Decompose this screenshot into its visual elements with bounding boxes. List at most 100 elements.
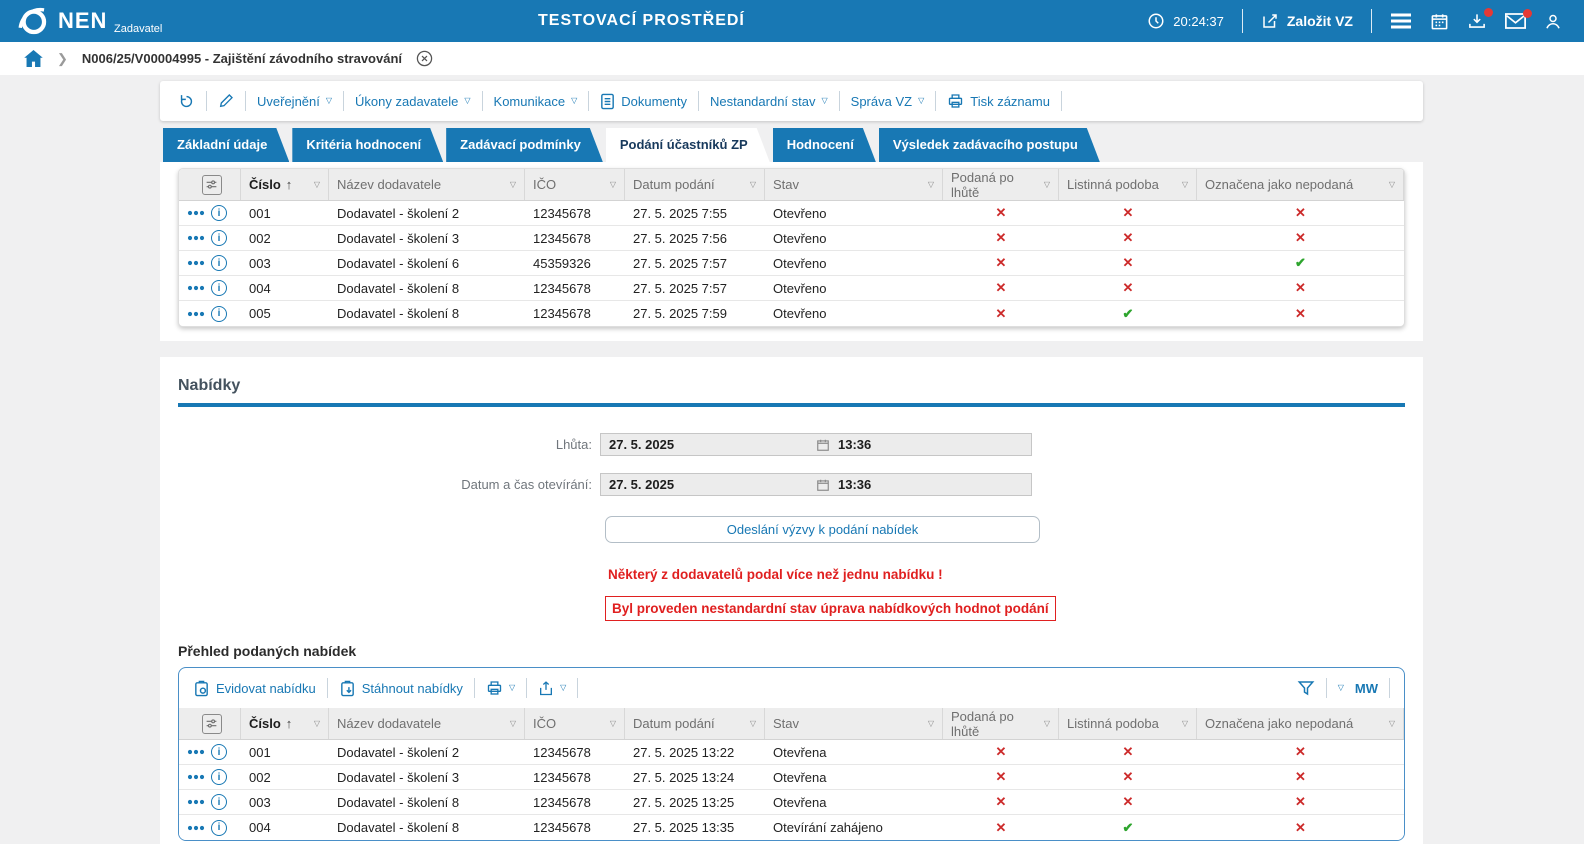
- hamburger-menu-icon[interactable]: [1390, 13, 1412, 29]
- menu-ukony-zadavatele[interactable]: Úkony zadavatele ▽: [355, 94, 471, 109]
- column-filter-icon[interactable]: ▽: [1044, 180, 1050, 189]
- row-actions-icon[interactable]: [187, 235, 205, 241]
- otevirani-date-value[interactable]: 27. 5. 2025: [601, 477, 816, 492]
- column-filter-icon[interactable]: ▽: [750, 180, 756, 189]
- calendar-picker-icon[interactable]: [816, 438, 830, 452]
- column-header-label[interactable]: Stav: [773, 716, 799, 731]
- column-header-label[interactable]: Označena jako nepodaná: [1205, 177, 1353, 192]
- row-actions-icon[interactable]: [187, 799, 205, 805]
- column-filter-icon[interactable]: ▽: [510, 180, 516, 189]
- evidovat-nabidku-button[interactable]: Evidovat nabídku: [193, 680, 316, 697]
- stahnout-nabidky-button[interactable]: Stáhnout nabídky: [339, 680, 463, 697]
- menu-komunikace[interactable]: Komunikace ▽: [494, 94, 578, 109]
- info-icon[interactable]: i: [211, 255, 227, 271]
- lhuta-time-value[interactable]: 13:36: [838, 437, 871, 452]
- info-icon[interactable]: i: [211, 280, 227, 296]
- downloads-icon[interactable]: [1467, 7, 1493, 31]
- row-actions-icon[interactable]: [187, 285, 205, 291]
- column-filter-icon[interactable]: ▽: [928, 719, 934, 728]
- lhuta-field[interactable]: 27. 5. 2025 13:36: [600, 433, 1032, 456]
- column-header-label[interactable]: Podaná po lhůtě: [951, 170, 1040, 200]
- otevirani-time-value[interactable]: 13:36: [838, 477, 871, 492]
- tab[interactable]: Zadávací podmínky: [446, 128, 603, 162]
- column-header-label[interactable]: Datum podání: [633, 716, 715, 731]
- column-filter-icon[interactable]: ▽: [1182, 719, 1188, 728]
- column-filter-icon[interactable]: ▽: [750, 719, 756, 728]
- print-record-button[interactable]: Tisk záznamu: [947, 93, 1050, 109]
- column-filter-icon[interactable]: ▽: [610, 180, 616, 189]
- column-header-label[interactable]: Označena jako nepodaná: [1205, 716, 1353, 731]
- edit-record-button[interactable]: [218, 93, 234, 109]
- menu-nestandardni-stav[interactable]: Nestandardní stav ▽: [710, 94, 828, 109]
- column-header-label[interactable]: Listinná podoba: [1067, 177, 1159, 192]
- column-filter-icon[interactable]: ▽: [928, 180, 934, 189]
- table-row[interactable]: i 002 Dodavatel - školení 3 12345678 27. 5. …: [179, 226, 1404, 251]
- menu-uverejneni[interactable]: Uveřejnění ▽: [257, 94, 332, 109]
- grid-settings-icon[interactable]: [201, 713, 222, 734]
- table-row[interactable]: i 004 Dodavatel - školení 8 12345678 27. 5. …: [179, 276, 1404, 301]
- info-icon[interactable]: i: [211, 230, 227, 246]
- breadcrumb-item[interactable]: N006/25/V00004995 - Zajištění závodního …: [82, 51, 402, 66]
- column-header-label[interactable]: Název dodavatele: [337, 716, 441, 731]
- table-row[interactable]: i 002 Dodavatel - školení 3 12345678 27. 5. …: [179, 765, 1404, 790]
- tab[interactable]: Kritéria hodnocení: [292, 128, 443, 162]
- tab[interactable]: Podání účastníků ZP: [606, 128, 770, 162]
- info-icon[interactable]: i: [211, 794, 227, 810]
- table-row[interactable]: i 001 Dodavatel - školení 2 12345678 27. 5. …: [179, 201, 1404, 226]
- column-header-label[interactable]: IČO: [533, 177, 556, 192]
- tab[interactable]: Základní údaje: [163, 128, 289, 162]
- mail-icon[interactable]: [1505, 9, 1532, 29]
- home-icon[interactable]: [24, 50, 43, 67]
- tab[interactable]: Výsledek zadávacího postupu: [879, 128, 1100, 162]
- column-header-label[interactable]: Datum podání: [633, 177, 715, 192]
- lhuta-date-value[interactable]: 27. 5. 2025: [601, 437, 816, 452]
- column-filter-icon[interactable]: ▽: [1182, 180, 1188, 189]
- column-filter-icon[interactable]: ▽: [1044, 719, 1050, 728]
- export-offers-button[interactable]: ▽: [538, 680, 566, 697]
- column-header-label[interactable]: Číslo: [249, 716, 281, 731]
- row-actions-icon[interactable]: [187, 774, 205, 780]
- column-header-label[interactable]: Název dodavatele: [337, 177, 441, 192]
- info-icon[interactable]: i: [211, 819, 227, 836]
- otevirani-field[interactable]: 27. 5. 2025 13:36: [600, 473, 1032, 496]
- mw-toggle[interactable]: MW: [1355, 681, 1378, 696]
- table-row[interactable]: i 004 Dodavatel - školení 8 12345678 27. 5. …: [179, 815, 1404, 840]
- table-row[interactable]: i 003 Dodavatel - školení 6 45359326 27. 5. …: [179, 251, 1404, 276]
- table-row[interactable]: i 005 Dodavatel - školení 8 12345678 27. 5. …: [179, 301, 1404, 326]
- column-filter-icon[interactable]: ▽: [610, 719, 616, 728]
- menu-sprava-vz[interactable]: Správa VZ ▽: [851, 94, 925, 109]
- send-invitation-button[interactable]: Odeslání výzvy k podání nabídek: [605, 516, 1040, 543]
- column-filter-icon[interactable]: ▽: [510, 719, 516, 728]
- tab[interactable]: Hodnocení: [773, 128, 876, 162]
- column-header-label[interactable]: Podaná po lhůtě: [951, 709, 1040, 739]
- refresh-button[interactable]: [178, 93, 195, 110]
- row-actions-icon[interactable]: [187, 260, 205, 266]
- column-filter-icon[interactable]: ▽: [314, 180, 320, 189]
- row-actions-icon[interactable]: [187, 210, 205, 216]
- column-header-label[interactable]: Stav: [773, 177, 799, 192]
- info-icon[interactable]: i: [211, 305, 227, 322]
- menu-dokumenty[interactable]: Dokumenty: [600, 93, 687, 110]
- close-icon[interactable]: [416, 50, 433, 67]
- table-row[interactable]: i 003 Dodavatel - školení 8 12345678 27. 5. …: [179, 790, 1404, 815]
- row-actions-icon[interactable]: [187, 311, 205, 317]
- column-filter-icon[interactable]: ▽: [1389, 180, 1395, 189]
- row-actions-icon[interactable]: [187, 825, 205, 831]
- column-header-label[interactable]: Číslo: [249, 177, 281, 192]
- column-filter-icon[interactable]: ▽: [314, 719, 320, 728]
- info-icon[interactable]: i: [211, 769, 227, 785]
- info-icon[interactable]: i: [211, 744, 227, 760]
- grid-settings-icon[interactable]: [201, 174, 222, 195]
- info-icon[interactable]: i: [211, 205, 227, 221]
- filter-icon[interactable]: [1297, 679, 1315, 697]
- row-actions-icon[interactable]: [187, 749, 205, 755]
- table-row[interactable]: i 001 Dodavatel - školení 2 12345678 27. 5. …: [179, 740, 1404, 765]
- column-filter-icon[interactable]: ▽: [1389, 719, 1395, 728]
- calendar-picker-icon[interactable]: [816, 478, 830, 492]
- column-header-label[interactable]: Listinná podoba: [1067, 716, 1159, 731]
- calendar-icon[interactable]: [1430, 12, 1449, 31]
- create-vz-button[interactable]: Založit VZ: [1261, 12, 1353, 30]
- print-offers-button[interactable]: ▽: [486, 680, 515, 696]
- mw-caret-icon[interactable]: ▽: [1338, 684, 1344, 692]
- user-icon[interactable]: [1544, 12, 1562, 31]
